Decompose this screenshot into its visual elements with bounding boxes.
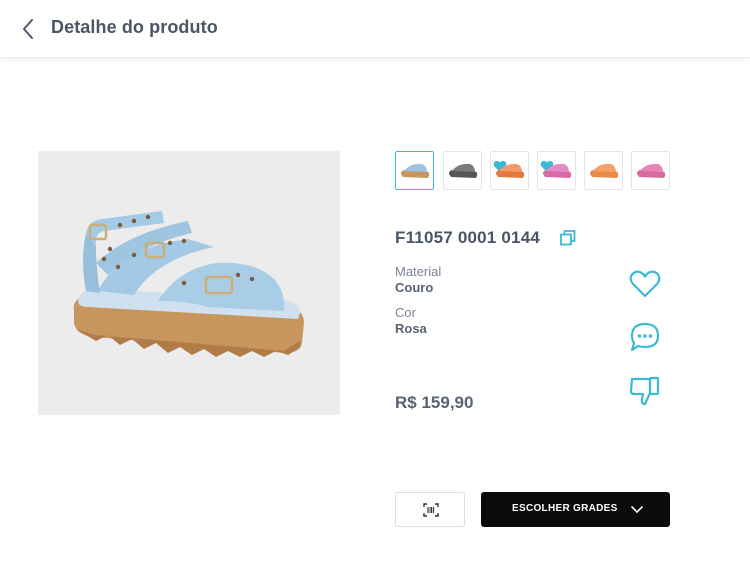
barcode-scan-icon <box>423 503 439 517</box>
material-label: Material <box>395 264 442 279</box>
thumbnail-color-6[interactable] <box>631 151 670 190</box>
thumbnail-color-5[interactable] <box>584 151 623 190</box>
color-label: Cor <box>395 305 416 320</box>
barcode-scan-button[interactable] <box>395 492 465 527</box>
thumbnail-color-2[interactable] <box>443 151 482 190</box>
top-bar: Detalhe do produto <box>0 0 750 58</box>
thumbs-down-icon[interactable] <box>628 373 662 407</box>
page-title: Detalhe do produto <box>51 17 218 37</box>
thumbnail-color-4[interactable] <box>537 151 576 190</box>
heart-icon[interactable] <box>628 267 662 301</box>
product-sku: F11057 0001 0144 <box>395 228 541 247</box>
thumbnail-color-1[interactable] <box>395 151 434 190</box>
chevron-left-icon[interactable] <box>18 16 40 42</box>
choose-grades-button[interactable]: ESCOLHER GRADES <box>481 492 670 527</box>
chevron-down-icon <box>631 506 643 513</box>
material-value: Couro <box>395 280 434 295</box>
chat-bubble-icon[interactable] <box>628 320 662 354</box>
copy-icon[interactable] <box>559 229 577 247</box>
color-value: Rosa <box>395 321 427 336</box>
product-price: R$ 159,90 <box>395 393 474 412</box>
product-image <box>38 151 340 415</box>
choose-grades-label: ESCOLHER GRADES <box>512 503 618 514</box>
thumbnail-color-3[interactable] <box>490 151 529 190</box>
